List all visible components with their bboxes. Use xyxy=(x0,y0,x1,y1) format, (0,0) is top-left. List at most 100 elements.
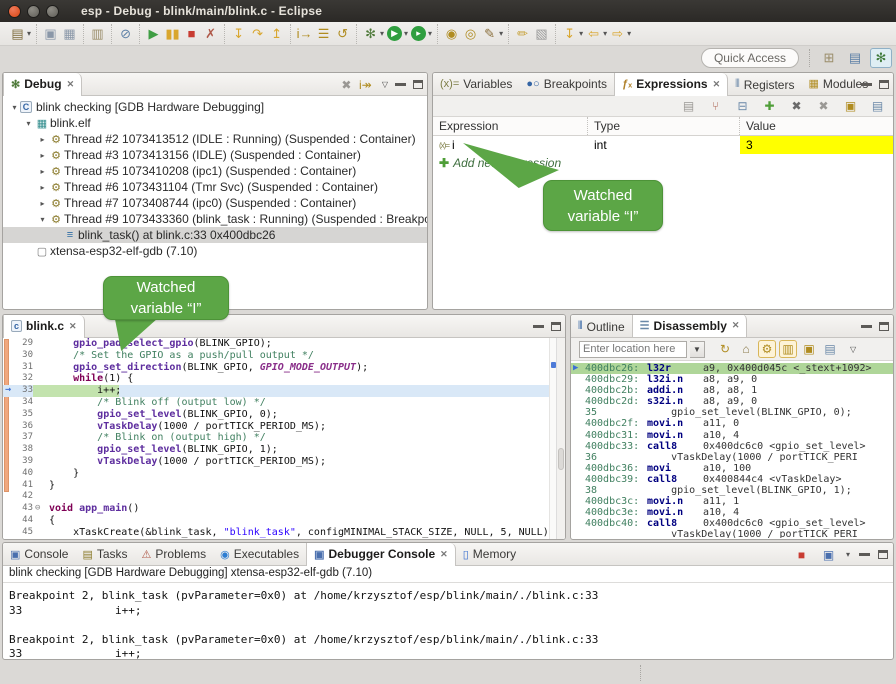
minimize-view-icon[interactable] xyxy=(395,83,406,86)
disassembly-row[interactable]: 400dbc36:movia10, 100 xyxy=(571,463,893,474)
debug-tree-row[interactable]: ▸⚙Thread #7 1073408744 (ipc0) (Suspended… xyxy=(3,195,427,211)
disassembly-row[interactable]: 400dbc40:call80x400dc6c0 <gpio_set_level… xyxy=(571,518,893,529)
expander-icon[interactable]: ▸ xyxy=(37,183,48,192)
scrollbar-thumb[interactable] xyxy=(558,448,564,470)
back-history-dropdown-icon[interactable]: ▾ xyxy=(603,29,607,38)
tab-debugger-console[interactable]: ▣Debugger Console✕ xyxy=(306,543,456,566)
disassembly-row[interactable]: 36 vTaskDelay(1000 / portTICK_PERI xyxy=(571,452,893,463)
pin-view-icon[interactable]: ▤ xyxy=(869,97,886,115)
disassembly-row[interactable]: 400dbc33:call80x400dc6c0 <gpio_set_level… xyxy=(571,441,893,452)
add-expression-icon[interactable]: ✚ xyxy=(761,97,778,115)
remove-expression-icon[interactable]: ✖ xyxy=(788,97,805,115)
show-logical-structure-icon[interactable]: ⑂ xyxy=(707,97,724,115)
code-line[interactable]: 38 gpio_set_level(BLINK_GPIO, 1); xyxy=(3,444,565,456)
code-line[interactable]: 31 gpio_set_direction(BLINK_GPIO, GPIO_M… xyxy=(3,362,565,374)
code-line[interactable]: 41} xyxy=(3,480,565,492)
maximize-view-icon[interactable] xyxy=(878,550,888,559)
close-tab-icon[interactable]: ✕ xyxy=(732,320,740,331)
terminate-icon[interactable]: ■ xyxy=(183,25,200,43)
home-icon[interactable]: ⌂ xyxy=(737,340,755,358)
debug-tree-row[interactable]: ▾⚙Thread #9 1073433360 (blink_task : Run… xyxy=(3,211,427,227)
drop-to-frame-icon[interactable]: ↺ xyxy=(334,25,351,43)
tab-tasks[interactable]: ▤Tasks xyxy=(75,543,134,566)
tab-blink-c[interactable]: c blink.c ✕ xyxy=(3,315,85,338)
view-menu-icon[interactable]: ▽ xyxy=(382,80,388,89)
last-edit-location-dropdown-icon[interactable]: ▾ xyxy=(579,29,583,38)
debug-icon[interactable]: ✻ xyxy=(362,25,379,43)
location-input[interactable]: Enter location here xyxy=(579,341,687,358)
tab-outline[interactable]: ⫴Outline xyxy=(571,315,632,338)
open-element-icon[interactable]: ◉ xyxy=(443,25,460,43)
maximize-view-icon[interactable] xyxy=(879,80,889,89)
tab-expressions[interactable]: ƒₓExpressions✕ xyxy=(614,73,728,96)
code-line[interactable]: 35 gpio_set_level(BLINK_GPIO, 0); xyxy=(3,409,565,421)
open-perspective-icon[interactable]: ⊞ xyxy=(818,48,840,68)
new-wizard-dropdown-icon[interactable]: ▾ xyxy=(27,29,31,38)
display-selected-console-dropdown-icon[interactable]: ▾ xyxy=(846,550,850,559)
code-line[interactable]: 45 xTaskCreate(&blink_task, "blink_task"… xyxy=(3,527,565,539)
quick-access-button[interactable]: Quick Access xyxy=(701,48,799,68)
search-dropdown-icon[interactable]: ▾ xyxy=(499,29,503,38)
column-expression[interactable]: Expression xyxy=(433,117,588,135)
maximize-view-icon[interactable] xyxy=(879,322,889,331)
view-menu-icon[interactable]: ▽ xyxy=(850,345,856,354)
disassembly-row[interactable]: 35 gpio_set_level(BLINK_GPIO, 0); xyxy=(571,407,893,418)
disassembly-row[interactable]: 400dbc3e:movi.na10, 4 xyxy=(571,507,893,518)
external-tools-dropdown-icon[interactable]: ▾ xyxy=(428,29,432,38)
save-icon[interactable]: ▣ xyxy=(42,25,59,43)
build-icon[interactable]: ▥ xyxy=(89,25,106,43)
code-line[interactable]: 30 /* Set the GPIO as a push/pull output… xyxy=(3,350,565,362)
minimize-view-icon[interactable] xyxy=(861,83,872,86)
expander-icon[interactable]: ▾ xyxy=(37,215,48,224)
step-return-icon[interactable]: ↥ xyxy=(268,25,285,43)
external-tools-icon[interactable]: ▸ xyxy=(411,26,426,41)
debug-tree-row[interactable]: ≡blink_task() at blink.c:33 0x400dbc26 xyxy=(3,227,427,243)
tab-console[interactable]: ▣Console xyxy=(3,543,75,566)
tab-registers[interactable]: ⫴Registers xyxy=(728,73,801,96)
disassembly-row[interactable]: 400dbc2d:s32i.na8, a9, 0 xyxy=(571,396,893,407)
debug-tree-row[interactable]: ▾▦blink.elf xyxy=(3,115,427,131)
disassembly-row[interactable]: 400dbc29:l32i.na8, a9, 0 xyxy=(571,374,893,385)
debug-tree-row[interactable]: ▾Cblink checking [GDB Hardware Debugging… xyxy=(3,99,427,115)
forward-history-dropdown-icon[interactable]: ▾ xyxy=(627,29,631,38)
minimize-view-icon[interactable] xyxy=(859,553,870,556)
code-line[interactable]: 32 while(1) { xyxy=(3,373,565,385)
debug-tree-row[interactable]: ▸⚙Thread #5 1073410208 (ipc1) (Suspended… xyxy=(3,163,427,179)
close-tab-icon[interactable]: ✕ xyxy=(713,79,721,90)
run-icon[interactable]: ▶ xyxy=(387,26,402,41)
new-view-icon[interactable]: ▣ xyxy=(800,340,818,358)
disassembly-row[interactable]: vTaskDelay(1000 / portTICK_PERI xyxy=(571,529,893,538)
expression-row[interactable]: (x)=iint3 xyxy=(433,136,893,154)
sync-active-context-icon[interactable]: ⚙ xyxy=(758,340,776,358)
disassembly-row[interactable]: 400dbc3c:movi.na11, 1 xyxy=(571,496,893,507)
step-over-icon[interactable]: ↷ xyxy=(249,25,266,43)
use-step-filters-icon[interactable]: ☰ xyxy=(315,25,332,43)
instruction-stepping-mode-icon[interactable]: i↠ xyxy=(357,76,374,94)
tab-breakpoints[interactable]: ●○Breakpoints xyxy=(519,73,614,96)
expander-icon[interactable]: ▸ xyxy=(37,135,48,144)
code-line[interactable]: 34 /* Blink off (output low) */ xyxy=(3,397,565,409)
tab-disassembly[interactable]: ☰Disassembly✕ xyxy=(632,314,748,337)
display-selected-console-icon[interactable]: ▣ xyxy=(820,546,837,564)
save-all-icon[interactable]: ▦ xyxy=(61,25,78,43)
open-resource-icon[interactable]: ◎ xyxy=(462,25,479,43)
maximize-view-icon[interactable] xyxy=(413,80,423,89)
last-edit-location-icon[interactable]: ↧ xyxy=(561,25,578,43)
editor-scrollbar[interactable] xyxy=(556,338,565,539)
skip-all-breakpoints-icon[interactable]: ⊘ xyxy=(117,25,134,43)
disassembly-listing[interactable]: ▶400dbc26:l32ra9, 0x400d045c <_stext+109… xyxy=(571,361,893,538)
close-tab-icon[interactable]: ✕ xyxy=(69,321,77,332)
disassembly-row[interactable]: 400dbc2b:addi.na8, a8, 1 xyxy=(571,385,893,396)
cpp-perspective-icon[interactable]: ▤ xyxy=(844,48,866,68)
collapse-all-icon[interactable]: ⊟ xyxy=(734,97,751,115)
minimize-window-icon[interactable] xyxy=(27,5,40,18)
expander-icon[interactable]: ▸ xyxy=(37,167,48,176)
maximize-view-icon[interactable] xyxy=(551,322,561,331)
debug-perspective-icon[interactable]: ✻ xyxy=(870,48,892,68)
location-dropdown-icon[interactable]: ▼ xyxy=(690,341,705,358)
search-icon[interactable]: ✎ xyxy=(481,25,498,43)
new-wizard-icon[interactable]: ▤ xyxy=(9,25,26,43)
disconnect-icon[interactable]: ✗ xyxy=(202,25,219,43)
disassembly-row[interactable]: 400dbc39:call80x400844c4 <vTaskDelay> xyxy=(571,474,893,485)
show-type-names-icon[interactable]: ▤ xyxy=(680,97,697,115)
